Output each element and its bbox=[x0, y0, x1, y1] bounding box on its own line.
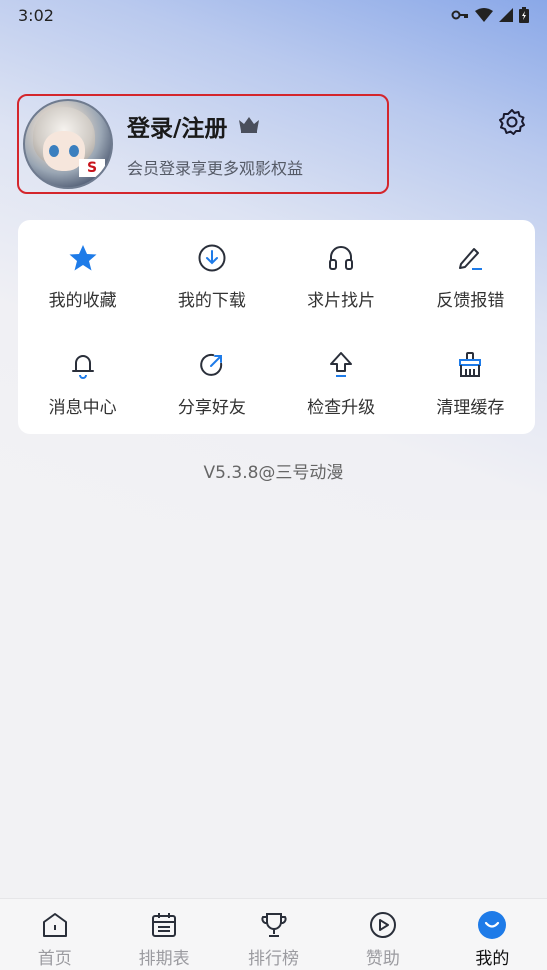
login-row: 登录/注册 bbox=[127, 109, 303, 143]
key-icon bbox=[451, 9, 469, 21]
trophy-icon bbox=[258, 909, 290, 941]
calendar-icon bbox=[148, 909, 180, 941]
tab-label: 我的 bbox=[475, 949, 510, 969]
play-circle-icon bbox=[367, 909, 399, 941]
avatar-eye-right bbox=[69, 145, 79, 157]
menu-label: 求片找片 bbox=[307, 291, 376, 311]
upgrade-icon bbox=[325, 349, 357, 381]
menu-label: 检查升级 bbox=[307, 398, 376, 418]
status-time: 3:02 bbox=[18, 5, 54, 25]
star-icon bbox=[67, 242, 99, 274]
gear-icon[interactable] bbox=[497, 107, 527, 137]
tab-home[interactable]: 首页 bbox=[0, 899, 109, 970]
avatar[interactable]: S bbox=[23, 99, 113, 189]
tab-label: 赞助 bbox=[365, 949, 400, 969]
signal-icon bbox=[499, 8, 513, 22]
vip-subtitle: 会员登录享更多观影权益 bbox=[127, 159, 304, 178]
menu-label: 分享好友 bbox=[177, 398, 246, 418]
bell-icon bbox=[67, 349, 99, 381]
download-icon bbox=[196, 242, 228, 274]
tab-label: 首页 bbox=[37, 949, 72, 969]
menu-check-update[interactable]: 检查升级 bbox=[277, 327, 406, 434]
profile-icon bbox=[476, 909, 508, 941]
broom-icon bbox=[454, 349, 486, 381]
status-bar: 3:02 bbox=[0, 0, 547, 30]
status-icons bbox=[451, 7, 529, 23]
menu-label: 消息中心 bbox=[48, 398, 117, 418]
menu-share-friends[interactable]: 分享好友 bbox=[147, 327, 276, 434]
menu-message-center[interactable]: 消息中心 bbox=[18, 327, 147, 434]
tab-label: 排行榜 bbox=[248, 949, 300, 969]
share-icon bbox=[196, 349, 228, 381]
tab-sponsor[interactable]: 赞助 bbox=[328, 899, 437, 970]
avatar-eye-left bbox=[49, 145, 59, 157]
tab-label: 排期表 bbox=[138, 949, 190, 969]
menu-my-downloads[interactable]: 我的下载 bbox=[147, 220, 276, 327]
menu-label: 清理缓存 bbox=[436, 398, 505, 418]
menu-label: 我的下载 bbox=[177, 291, 246, 311]
login-profile-card[interactable]: S 登录/注册 会员登录享更多观影权益 bbox=[17, 94, 389, 194]
headphones-icon bbox=[325, 242, 357, 274]
menu-my-favorites[interactable]: 我的收藏 bbox=[18, 220, 147, 327]
tab-schedule[interactable]: 排期表 bbox=[109, 899, 218, 970]
edit-icon bbox=[454, 242, 486, 274]
tab-mine[interactable]: 我的 bbox=[438, 899, 547, 970]
bottom-tab-bar: 首页 排期表 排行榜 赞助 我的 bbox=[0, 898, 547, 970]
profile-text: 登录/注册 会员登录享更多观影权益 bbox=[127, 109, 303, 179]
avatar-badge: S bbox=[79, 159, 105, 177]
crown-icon bbox=[237, 114, 261, 138]
function-grid: 我的收藏 我的下载 求片找片 反馈报错 消息中心 分享好友 检查升级 清理缓存 bbox=[18, 220, 535, 434]
login-register-title[interactable]: 登录/注册 bbox=[127, 109, 227, 143]
version-text: V5.3.8@三号动漫 bbox=[203, 463, 344, 483]
tab-ranking[interactable]: 排行榜 bbox=[219, 899, 328, 970]
menu-label: 我的收藏 bbox=[48, 291, 117, 311]
menu-clear-cache[interactable]: 清理缓存 bbox=[406, 327, 535, 434]
battery-icon bbox=[519, 7, 529, 23]
menu-request-video[interactable]: 求片找片 bbox=[277, 220, 406, 327]
home-icon bbox=[39, 909, 71, 941]
menu-label: 反馈报错 bbox=[436, 291, 505, 311]
wifi-icon bbox=[475, 8, 493, 22]
menu-feedback[interactable]: 反馈报错 bbox=[406, 220, 535, 327]
